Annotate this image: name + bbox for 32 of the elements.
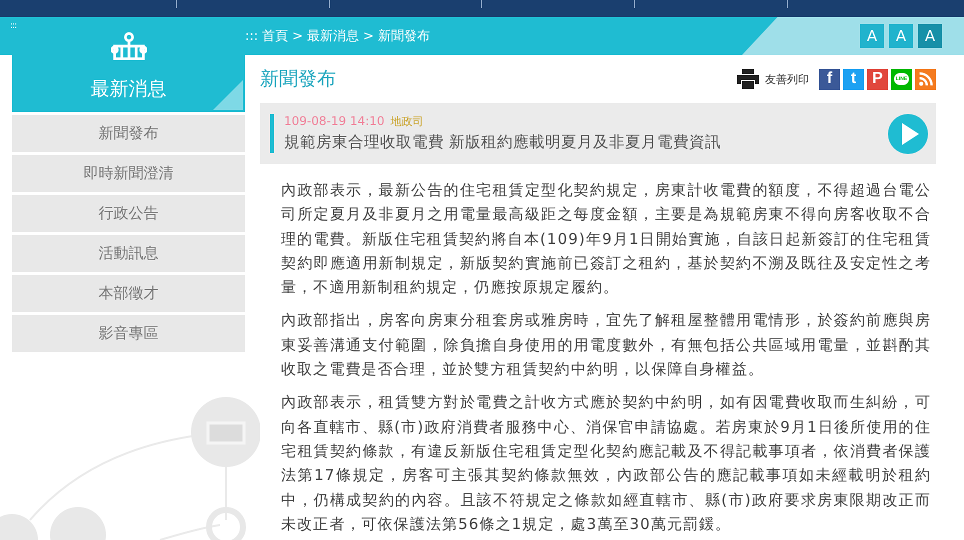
sidebar-item[interactable]: 行政公告: [12, 195, 245, 232]
share-button[interactable]: t: [843, 68, 864, 90]
sidebar-item[interactable]: 活動訊息: [12, 235, 245, 272]
sidebar-item[interactable]: 影音專區: [12, 315, 245, 352]
rss-button[interactable]: [915, 68, 936, 90]
breadcrumb-separator: >: [363, 28, 374, 44]
print-button[interactable]: 友善列印: [736, 69, 809, 89]
body-paragraph: 內政部表示，租賃雙方對於電費之計收方式應於契約中約明，如有因電費收取而生糾紛，可向各直轄市、縣(市)政府消費者服務中心、消保官申請協處。若房東於9月1日後所使用的住宅租賃契約條款，有違反新版住宅租賃定型化契約應記載及不得記載事項者，依消費者保護法第17條規定，房客可主張其契約條款無效，內政部公告的應記載事項如未經載明於租約中，仍構成契約的內容。且該不符規定之條款如經直轄市、縣(市)政府要求房東限期改正而未改正者，可依保護法第56條之1規定，處3萬至30萬元罰鍰。: [281, 392, 931, 535]
font-size-button[interactable]: A: [860, 24, 884, 48]
breadcrumb-link[interactable]: 新聞發布: [378, 27, 430, 45]
menu-glyph[interactable]: :::: [10, 21, 16, 31]
page-title: 新聞發布: [260, 67, 336, 92]
printer-icon: [736, 69, 760, 89]
share-button[interactable]: f: [819, 68, 840, 90]
breadcrumb-link[interactable]: 最新消息: [307, 27, 360, 45]
breadcrumb-separator: >: [292, 28, 304, 44]
sidebar-item[interactable]: 即時新聞澄清: [12, 155, 245, 192]
play-button[interactable]: [888, 114, 928, 154]
sidebar-item[interactable]: 新聞發布: [12, 115, 245, 152]
sidebar-item[interactable]: 本部徵才: [12, 275, 245, 312]
share-button[interactable]: P: [867, 68, 888, 90]
news-department: 地政司: [390, 114, 424, 129]
font-size-button[interactable]: A: [889, 24, 913, 48]
body-paragraph: 內政部表示，最新公告的住宅租賃定型化契約規定，房東計收電費的額度，不得超過台電公司所定夏月及非夏月之用電量最高級距之每度金額，主要是為規範房東不得向房客收取不合理的電費。新版住宅租賃契約將自本(109)年9月1日開始實施，自該日起新簽訂的住宅租賃契約即應適用新制規定，新版契約實施前已簽訂之租約，基於契約不溯及既往及安定性之考量，不適用新制租約規定，仍應按原規定履約。: [281, 180, 931, 298]
sidebar-title: 最新消息: [90, 77, 166, 102]
font-size-button[interactable]: A: [918, 24, 942, 48]
body-paragraph: 內政部指出，房客向房東分租套房或雅房時，宜先了解租屋整體用電情形，於簽約前應與房東妥善溝通支付範圍，除負擔自身使用的用電度數外，有無包括公共區域用電量，並斟酌其收取之電費是否合理，並於雙方租賃契約中約明，以保障自身權益。: [281, 310, 931, 380]
news-date: 109-08-19 14:10: [284, 114, 384, 128]
breadcrumb-link[interactable]: 首頁: [262, 27, 288, 45]
breadcrumb-separator: :::: [245, 28, 258, 44]
rss-icon: [918, 71, 934, 87]
news-headline: 規範房東合理收取電費 新版租約應載明夏月及非夏月電費資訊: [284, 132, 721, 153]
